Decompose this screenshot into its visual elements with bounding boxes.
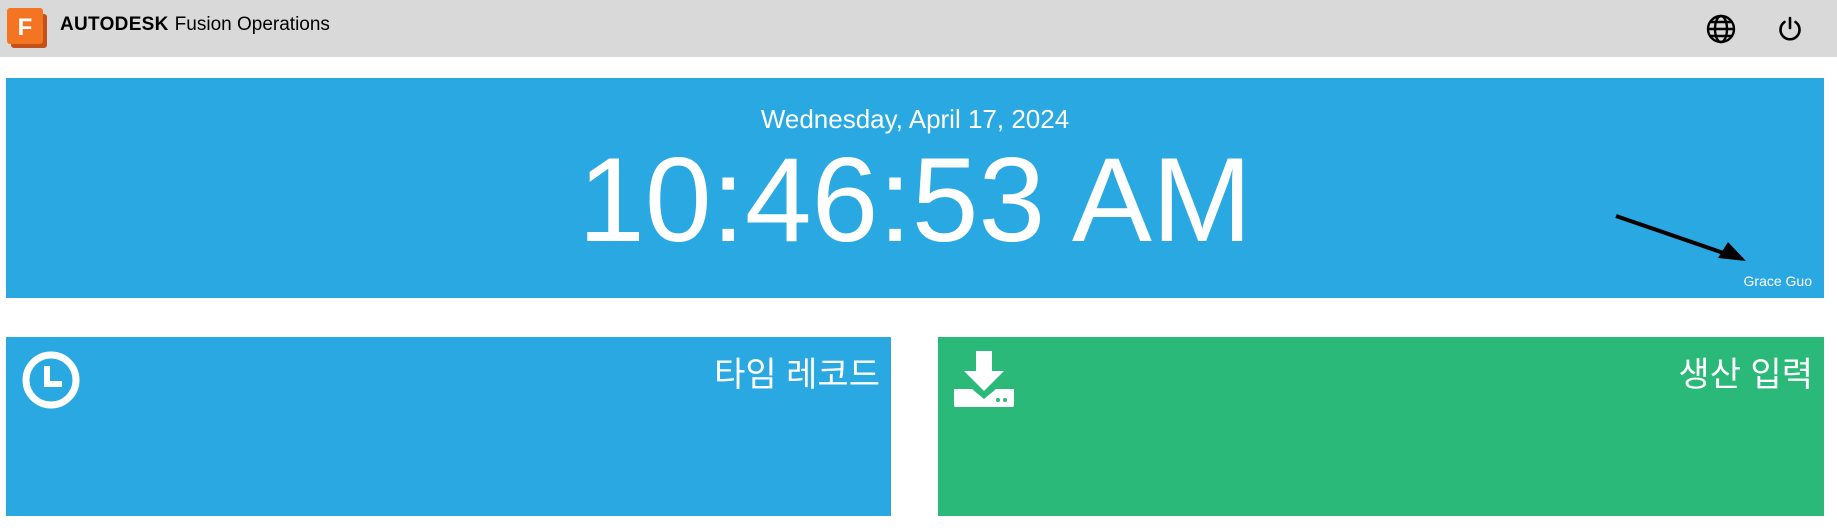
brand-product: Fusion Operations	[174, 14, 330, 35]
tile-title: 타임 레코드	[714, 356, 880, 394]
globe-icon	[1706, 14, 1736, 44]
annotation-arrow-icon	[1615, 214, 1746, 261]
language-button[interactable]	[1703, 11, 1739, 47]
clock-panel: Wednesday, April 17, 2024 10:46:53 AM Gr…	[6, 78, 1824, 298]
time-record-tile[interactable]: 타임 레코드	[6, 337, 891, 516]
brand-company: AUTODESK	[60, 14, 169, 35]
top-bar: F AUTODESK Fusion Operations	[0, 0, 1837, 57]
production-entry-tile[interactable]: 생산 입력	[938, 337, 1824, 516]
clock-icon	[22, 351, 80, 409]
user-name: Grace Guo	[1743, 273, 1812, 289]
brand: AUTODESK Fusion Operations	[60, 14, 330, 38]
fusion-logo-icon: F	[7, 8, 47, 48]
logout-button[interactable]	[1772, 11, 1808, 47]
tile-title: 생산 입력	[1678, 356, 1813, 394]
current-time: 10:46:53 AM	[578, 133, 1252, 267]
logo-letter: F	[18, 14, 33, 41]
power-icon	[1779, 16, 1801, 41]
download-tray-icon	[954, 351, 1014, 407]
